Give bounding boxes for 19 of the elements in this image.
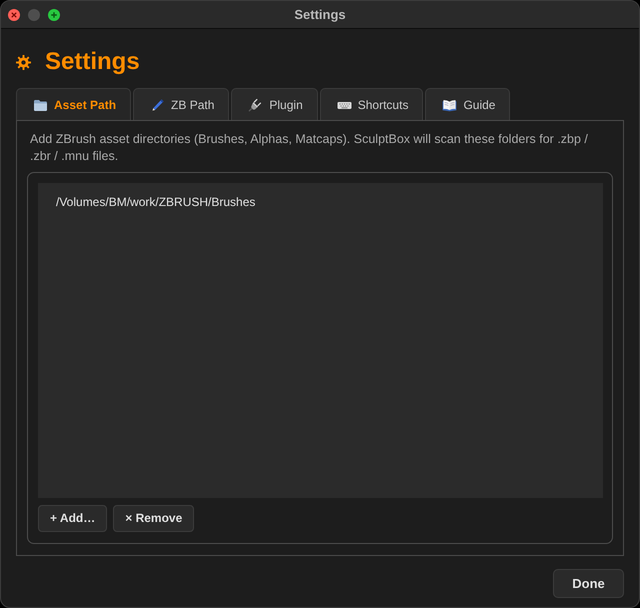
path-item[interactable]: /Volumes/BM/work/ZBRUSH/Brushes	[47, 193, 594, 211]
page-title: Settings	[45, 47, 140, 77]
description-text: Add ZBrush asset directories (Brushes, Alphas, Matcaps). SculptBox will scan these folders for .zbp / .zbr / .mnu files.	[30, 131, 589, 164]
tab[interactable]: Guide	[425, 88, 510, 120]
pen-icon	[150, 98, 166, 112]
folder-icon	[33, 98, 48, 112]
window-title: Settings	[294, 6, 346, 24]
settings-icon	[16, 54, 31, 70]
tab[interactable]: Asset Path	[16, 88, 132, 120]
done-button[interactable]: Done	[553, 569, 624, 598]
zoom-icon[interactable]	[48, 8, 60, 20]
tab[interactable]: ZB Path	[133, 88, 230, 120]
remove-button[interactable]: × Remove	[113, 505, 194, 532]
tab[interactable]: Plugin	[231, 88, 318, 120]
book-icon	[442, 98, 458, 112]
plug-icon	[248, 98, 264, 112]
add-button[interactable]: + Add…	[38, 505, 108, 532]
close-icon[interactable]	[8, 8, 20, 20]
tab[interactable]: Shortcuts	[320, 88, 424, 120]
